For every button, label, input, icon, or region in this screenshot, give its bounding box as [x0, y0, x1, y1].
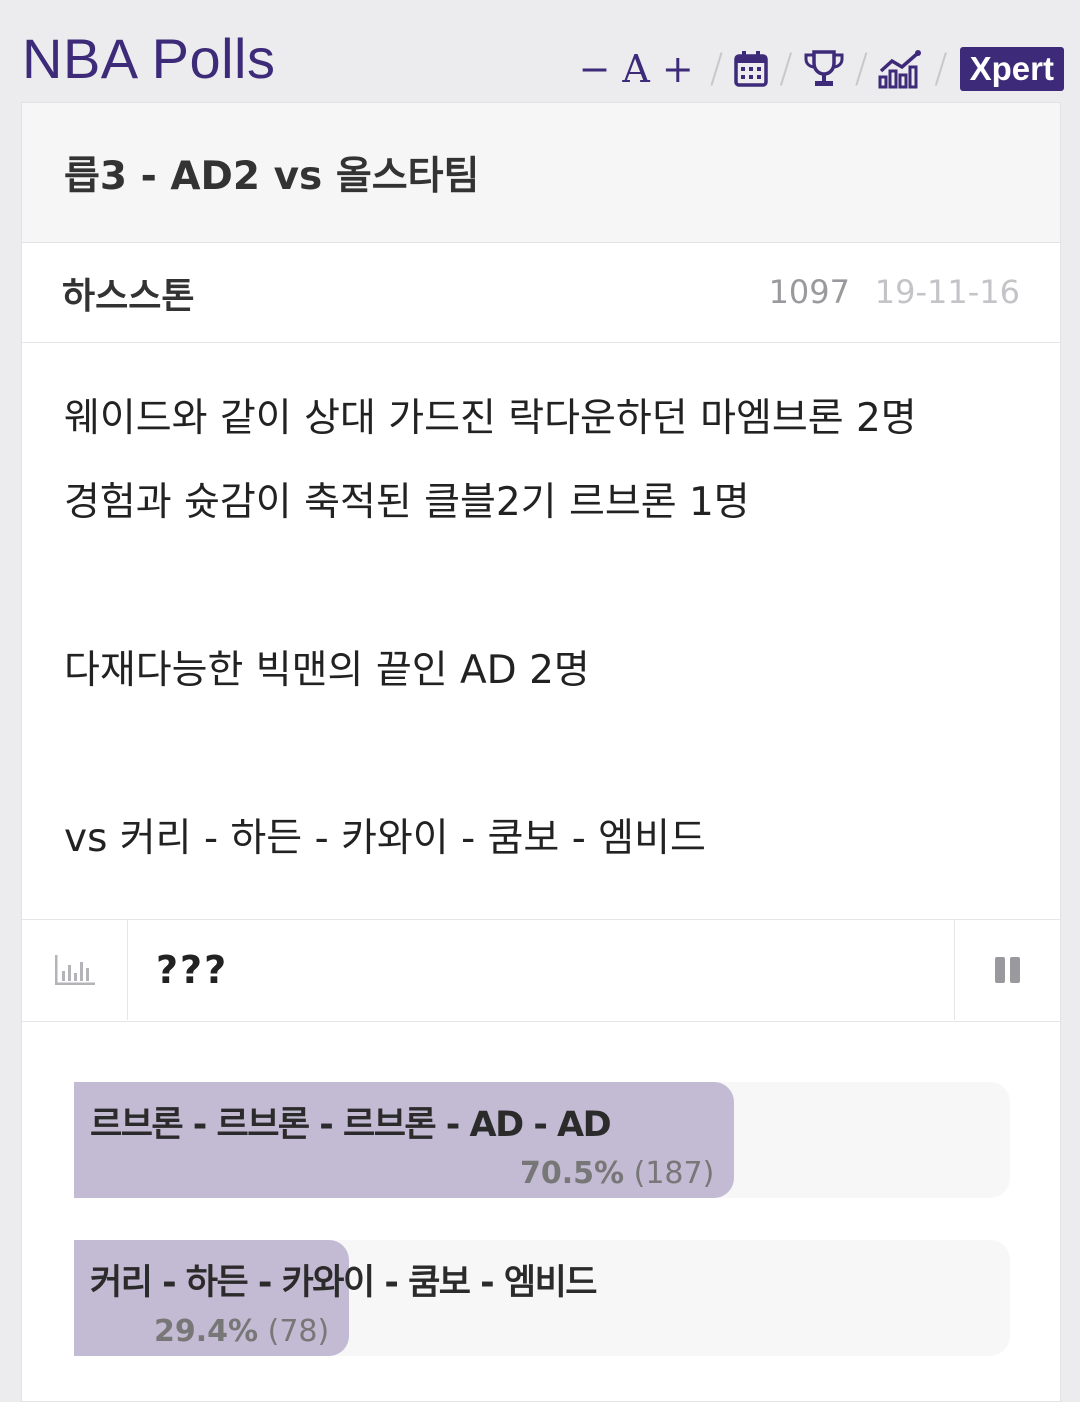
top-bar: NBA Polls − A + / / / / Xpert — [0, 0, 1080, 102]
font-increase-button[interactable]: + — [656, 45, 700, 93]
body-line: vs 커리 - 하든 - 카와이 - 쿰보 - 엠비드 — [64, 816, 706, 861]
poll-option-percent: 70.5% — [520, 1156, 625, 1191]
app-title: NBA Polls — [22, 27, 276, 90]
body-line: 웨이드와 같이 상대 가드진 락다운하던 마엠브론 2명 — [64, 396, 917, 441]
toolbar: − A + / / / / Xpert — [573, 44, 1064, 94]
view-count: 1097 — [768, 273, 850, 311]
poll-pause-button[interactable] — [954, 920, 1060, 1020]
toolbar-separator: / — [709, 46, 724, 92]
poll-question: ??? — [156, 948, 229, 992]
body-line: 다재다능한 빅맨의 끝인 AD 2명 — [64, 648, 590, 693]
poll-header: ??? — [22, 920, 1060, 1022]
post-title: 릅3 - AD2 vs 올스타팀 — [64, 153, 480, 199]
pause-icon — [994, 957, 1020, 983]
author-name[interactable]: 하스스톤 — [62, 267, 194, 319]
poll-option-label: 르브론 - 르브론 - 르브론 - AD - AD — [90, 1105, 612, 1145]
poll-option-count: (78) — [267, 1314, 330, 1349]
toolbar-separator: / — [779, 46, 793, 92]
post-body: 웨이드와 같이 상대 가드진 락다운하던 마엠브론 2명 경험과 슛감이 축적된… — [22, 343, 1060, 920]
stats-chart-icon — [878, 50, 922, 89]
body-line: 경험과 슛감이 축적된 클블2기 르브론 1명 — [64, 480, 750, 525]
poll-option-label: 커리 - 하든 - 카와이 - 쿰보 - 엠비드 — [90, 1263, 598, 1303]
trophy-icon — [804, 50, 844, 86]
post-card: 릅3 - AD2 vs 올스타팀 하스스톤 1097 19-11-16 웨이드와… — [21, 102, 1061, 1402]
body-line — [64, 725, 1018, 809]
font-size-label[interactable]: A — [616, 45, 655, 93]
trophy-button[interactable] — [803, 45, 845, 93]
poll-option[interactable]: 르브론 - 르브론 - 르브론 - AD - AD 70.5% (187) — [74, 1082, 1010, 1198]
poll-option[interactable]: 커리 - 하든 - 카와이 - 쿰보 - 엠비드 29.4% (78) — [74, 1240, 1010, 1356]
xpert-button[interactable]: Xpert — [959, 47, 1064, 91]
bar-chart-icon — [54, 955, 95, 985]
post-header: 릅3 - AD2 vs 올스타팀 — [22, 103, 1060, 243]
post-date: 19-11-16 — [874, 273, 1020, 311]
poll-option-count: (187) — [633, 1156, 715, 1191]
calendar-icon — [734, 51, 768, 87]
poll-option-result: 70.5% (187) — [520, 1156, 714, 1191]
font-decrease-button[interactable]: − — [573, 45, 617, 93]
calendar-button[interactable] — [733, 45, 769, 93]
poll-option-percent: 29.4% — [154, 1314, 259, 1349]
poll-option-result: 29.4% (78) — [154, 1314, 329, 1349]
poll-results-button[interactable] — [22, 920, 128, 1020]
stats-button[interactable] — [878, 45, 924, 93]
post-meta: 하스스톤 1097 19-11-16 — [22, 243, 1060, 343]
toolbar-separator: / — [854, 46, 869, 92]
toolbar-separator: / — [934, 46, 948, 92]
body-line — [64, 557, 1018, 641]
